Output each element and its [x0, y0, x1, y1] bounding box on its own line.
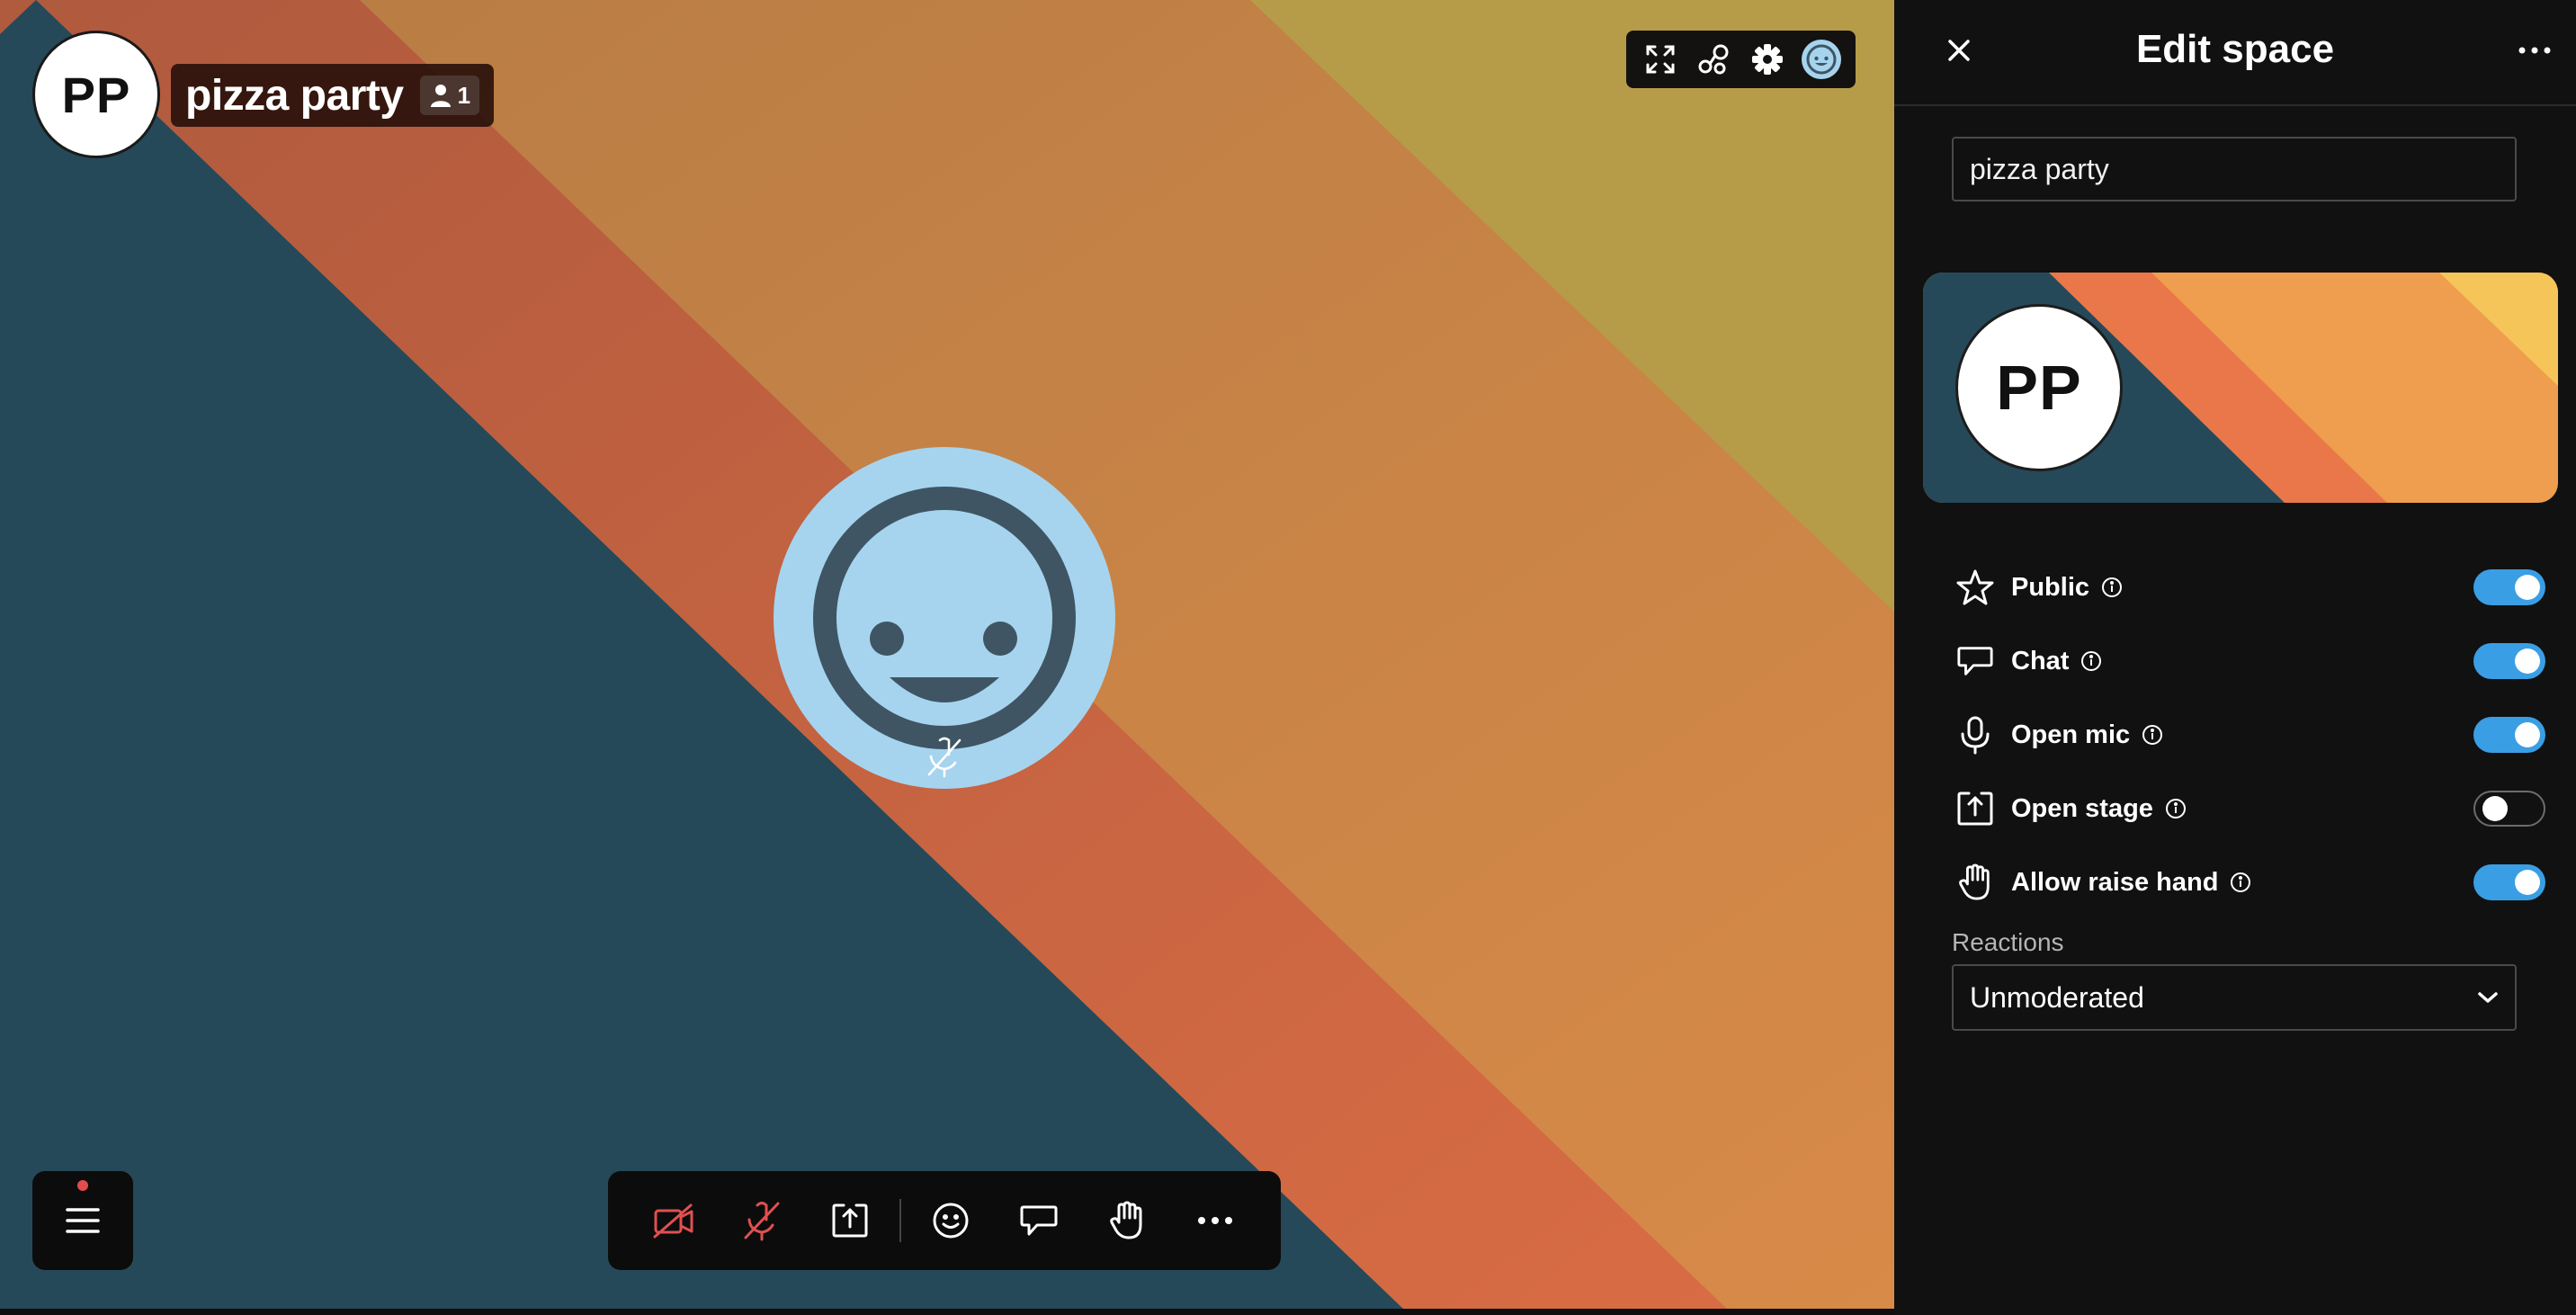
setting-label: Allow raise hand — [2011, 867, 2219, 897]
setting-allow-raise-hand: Allow raise hand — [1952, 845, 2545, 919]
reactions-select[interactable]: Unmoderated — [1952, 964, 2517, 1031]
fullscreen-button[interactable] — [1637, 36, 1684, 83]
edit-space-panel: Edit space PP Public — [1894, 0, 2576, 1315]
camera-off-icon — [653, 1203, 693, 1239]
person-icon — [430, 85, 451, 107]
share-screen-button[interactable] — [806, 1176, 894, 1266]
bottom-toolbar — [608, 1171, 1281, 1270]
setting-chat: Chat — [1952, 624, 2545, 698]
share-screen-icon — [832, 1203, 868, 1238]
allow-raise-hand-toggle[interactable] — [2473, 864, 2545, 900]
gear-icon — [1752, 44, 1784, 75]
toolbar-divider — [899, 1199, 901, 1242]
open-mic-toggle[interactable] — [2473, 717, 2545, 753]
hamburger-menu-icon — [66, 1208, 100, 1233]
public-toggle[interactable] — [2473, 569, 2545, 605]
panel-more-button[interactable] — [2511, 29, 2558, 72]
settings-list: Public Chat Open mic Open stage Allow ra… — [1952, 550, 2545, 919]
emoji-icon — [933, 1203, 969, 1239]
reactions-label: Reactions — [1952, 928, 2064, 956]
open-stage-toggle[interactable] — [2473, 791, 2545, 827]
setting-label: Public — [2011, 572, 2090, 602]
star-icon — [1956, 569, 1994, 605]
main-menu-button[interactable] — [32, 1171, 133, 1270]
setting-open-stage: Open stage — [1952, 772, 2545, 845]
share-network-icon — [1698, 44, 1729, 75]
notification-dot — [77, 1180, 88, 1191]
setting-label: Open mic — [2011, 720, 2131, 749]
top-toolbar — [1626, 31, 1856, 88]
chat-button[interactable] — [995, 1176, 1083, 1266]
share-network-button[interactable] — [1691, 36, 1738, 83]
space-name-input[interactable] — [1952, 137, 2517, 201]
more-icon — [1197, 1217, 1232, 1224]
info-icon[interactable] — [2164, 797, 2187, 820]
setting-label: Chat — [2011, 646, 2070, 675]
panel-title: Edit space — [2135, 27, 2335, 71]
chat-icon — [1957, 647, 1993, 675]
reactions-button[interactable] — [907, 1176, 995, 1266]
user-avatar-icon — [1802, 40, 1842, 79]
setting-public: Public — [1952, 550, 2545, 624]
info-icon[interactable] — [2080, 649, 2103, 673]
participant-count: 1 — [457, 81, 471, 109]
mic-muted-icon — [927, 737, 962, 778]
app-window: PP pizza party 1 Edit space pizza party … — [0, 0, 2576, 1315]
info-icon[interactable] — [2141, 723, 2164, 747]
settings-button[interactable] — [1744, 36, 1791, 83]
raise-hand-button[interactable] — [1083, 1176, 1171, 1266]
microphone-icon — [1961, 716, 1990, 755]
camera-toggle-button[interactable] — [630, 1176, 718, 1266]
participant-count-badge[interactable]: 1 — [419, 76, 480, 115]
mic-toggle-button[interactable] — [718, 1176, 806, 1266]
info-icon[interactable] — [2229, 871, 2252, 894]
chevron-down-icon — [2478, 992, 2498, 1003]
space-banner[interactable]: PP — [1923, 273, 2558, 503]
space-title: pizza party — [185, 71, 404, 120]
more-icon — [2518, 47, 2551, 54]
raise-hand-icon — [1110, 1201, 1142, 1239]
fullscreen-icon — [1646, 45, 1675, 74]
space-title-box: pizza party 1 — [171, 64, 495, 127]
space-avatar[interactable]: PP — [32, 31, 160, 158]
upload-stage-icon — [1957, 792, 1993, 826]
banner-space-avatar[interactable]: PP — [1955, 304, 2123, 471]
mic-off-icon — [744, 1202, 780, 1241]
info-icon[interactable] — [2100, 576, 2124, 599]
raise-hand-icon — [1959, 863, 1990, 900]
more-options-button[interactable] — [1171, 1176, 1259, 1266]
stage: PP pizza party 1 — [0, 0, 1894, 1309]
chat-icon — [1020, 1205, 1058, 1236]
chat-toggle[interactable] — [2473, 643, 2545, 679]
setting-label: Open stage — [2011, 793, 2153, 823]
reactions-selected-value: Unmoderated — [1970, 980, 2144, 1014]
setting-open-mic: Open mic — [1952, 698, 2545, 772]
user-avatar-button[interactable] — [1798, 36, 1845, 83]
participant-bubble[interactable] — [774, 447, 1115, 789]
panel-header: Edit space — [1894, 0, 2576, 106]
